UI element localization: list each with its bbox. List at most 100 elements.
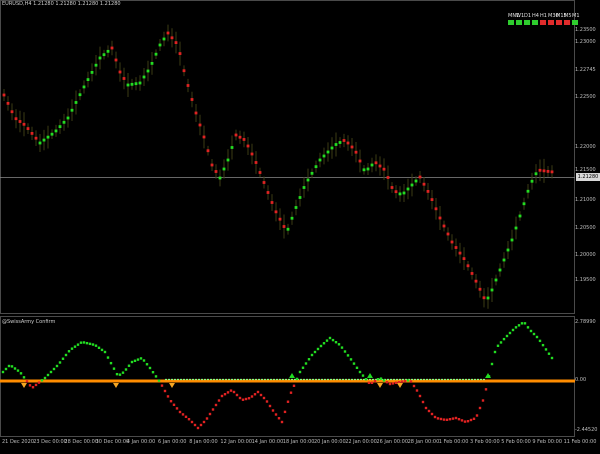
indicator-dot-down: [37, 381, 41, 384]
trend-dot-up: [534, 172, 538, 176]
trend-dot-down: [250, 152, 254, 156]
indicator-dot-up: [532, 332, 536, 336]
trend-dot-up: [410, 183, 414, 187]
trend-dot-up: [46, 135, 50, 139]
chart-canvas[interactable]: [0, 0, 600, 450]
indicator-dot-up: [142, 359, 146, 362]
indicator-dot-up: [307, 358, 311, 361]
trend-dot-up: [298, 196, 302, 199]
timeframe-status-dot: [556, 20, 562, 25]
indicator-dot-down: [25, 380, 29, 383]
indicator-dot-up: [19, 372, 23, 375]
timeframe-label: D1: [524, 13, 532, 19]
timeframe-label: H1: [540, 13, 547, 19]
time-axis-label: 1 Feb 00:00: [438, 439, 469, 445]
indicator-dot-up: [328, 336, 332, 340]
indicator-dot-up: [115, 372, 119, 376]
indicator-dot-down: [274, 413, 278, 416]
timeframe-status-dot: [564, 20, 570, 25]
indicator-dot-up: [127, 364, 131, 367]
indicator-dot-down: [241, 398, 245, 401]
indicator-dot-up: [547, 352, 551, 355]
timeframe-status-dot: [508, 20, 514, 25]
indicator-dot-up: [526, 326, 530, 329]
trend-dot-up: [158, 43, 162, 47]
indicator-dot-down: [433, 415, 437, 419]
trend-dot-up: [38, 141, 42, 145]
indicator-dot-down: [367, 381, 371, 384]
trend-dot-down: [234, 133, 238, 137]
time-axis-label: 26 Jan 00:00: [376, 439, 409, 445]
indicator-dot-up: [406, 379, 410, 382]
indicator-dot-down: [430, 412, 434, 416]
indicator-dot-up: [139, 357, 143, 360]
time-axis-label: 4 Jan 00:00: [126, 439, 156, 445]
price-axis-label: 1.19500: [575, 277, 596, 283]
trend-dot-up: [306, 178, 310, 182]
trend-dot-down: [174, 41, 178, 44]
indicator-dot-down: [199, 423, 203, 427]
trend-dot-up: [310, 171, 314, 175]
indicator-dot-down: [208, 412, 212, 416]
indicator-dot-down: [442, 418, 446, 421]
time-axis-label: 3 Feb 00:00: [470, 439, 500, 445]
indicator-dot-up: [316, 347, 320, 351]
trend-dot-down: [386, 176, 390, 179]
trend-dot-down: [450, 240, 454, 244]
time-axis-label: 20 Jan 00:00: [314, 439, 346, 445]
indicator-dot-down: [400, 380, 404, 383]
trend-dot-up: [510, 238, 514, 242]
indicator-dot-down: [193, 423, 197, 427]
indicator-dot-down: [214, 403, 218, 407]
indicator-dot-up: [490, 362, 494, 366]
price-axis-label: 1.20000: [575, 252, 596, 258]
indicator-dot-down: [226, 391, 230, 394]
trend-dot-down: [454, 246, 458, 249]
trend-dot-up: [54, 129, 58, 133]
indicator-dot-down: [403, 379, 407, 383]
trend-dot-down: [214, 170, 218, 173]
trend-dot-up: [42, 138, 46, 142]
time-axis-label: 30 Dec 00:00: [95, 439, 130, 445]
indicator-dot-up: [79, 341, 83, 344]
indicator-dot-up: [1, 370, 5, 374]
indicator-dot-up: [13, 367, 17, 370]
trend-dot-down: [18, 120, 22, 123]
indicator-dot-up: [148, 366, 152, 370]
indicator-dot-up: [10, 365, 14, 368]
time-axis-label: 14 Jan 00:00: [251, 439, 284, 445]
trend-dot-up: [138, 81, 142, 85]
timeframe-panel: MN1 W1 D1 H4 H1 M30 M15 M5 M1: [508, 13, 580, 25]
indicator-dot-up: [313, 350, 317, 354]
trend-dot-down: [542, 169, 546, 173]
trend-dot-down: [430, 198, 434, 201]
chart-window[interactable]: EURUSD,H4 1.21280 1.21280 1.21280 1.2128…: [0, 0, 600, 450]
indicator-dot-up: [337, 343, 341, 346]
indicator-dot-up: [7, 364, 11, 368]
trend-dot-down: [390, 186, 394, 189]
indicator-dot-down: [169, 400, 173, 403]
trend-dot-down: [258, 171, 262, 174]
indicator-dot-up: [61, 357, 65, 360]
price-axis-label: 1.23500: [575, 27, 596, 33]
indicator-dot-down: [250, 395, 254, 398]
indicator-dot-down: [445, 418, 449, 421]
timeframe-status-dot: [572, 20, 578, 25]
time-axis-label: 28 Jan 00:00: [407, 439, 440, 445]
trend-dot-down: [358, 159, 362, 163]
indicator-dot-down: [448, 418, 452, 421]
indicator-dot-down: [421, 400, 425, 404]
trend-dot-up: [398, 192, 402, 196]
trend-dot-up: [230, 146, 234, 149]
timeframe-label: M15: [556, 13, 567, 19]
indicator-dot-down: [478, 406, 482, 410]
indicator-dot-down: [229, 389, 233, 392]
trend-dot-down: [118, 70, 122, 74]
trend-dot-up: [218, 176, 222, 180]
timeframe-label: M30: [548, 13, 559, 19]
indicator-dot-up: [4, 367, 8, 371]
price-axis-label: 1.21000: [575, 197, 596, 203]
indicator-dot-up: [157, 379, 161, 382]
trend-dot-up: [50, 132, 54, 136]
trend-dot-down: [22, 122, 26, 126]
